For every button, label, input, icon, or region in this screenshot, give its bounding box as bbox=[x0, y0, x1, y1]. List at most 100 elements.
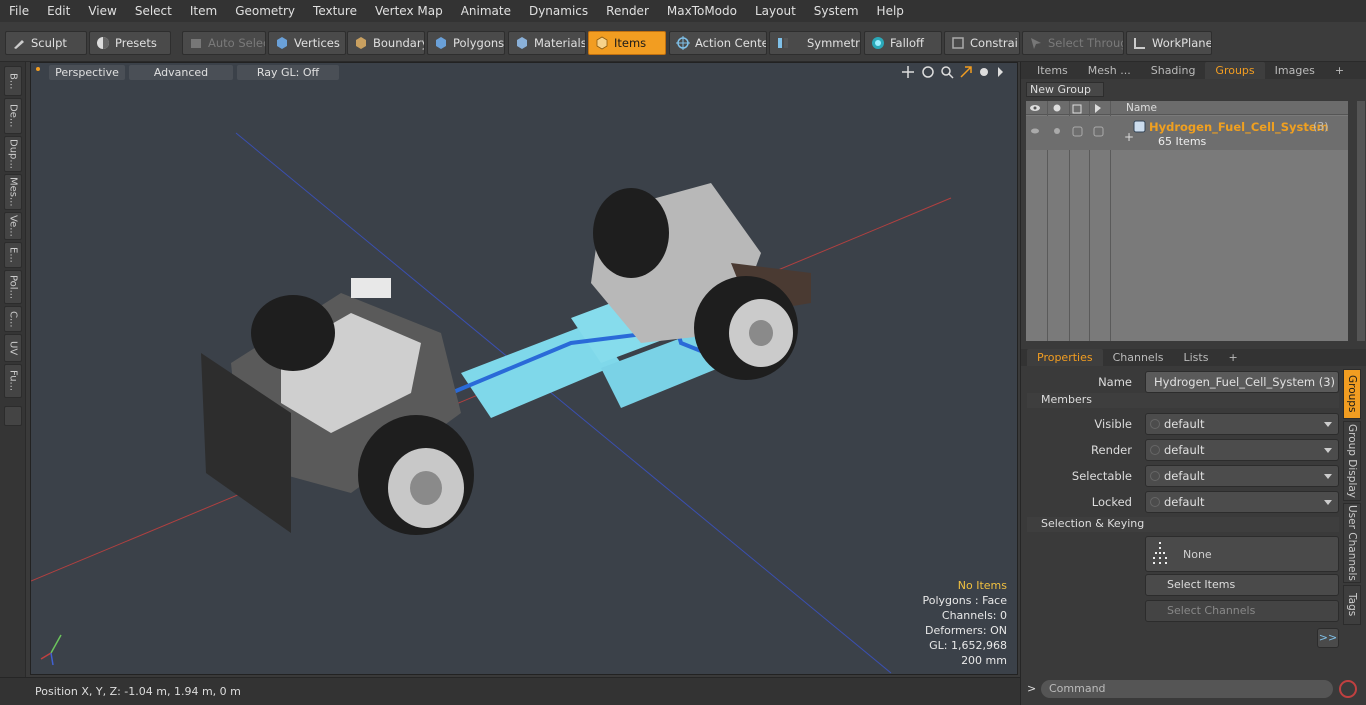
command-input[interactable]: Command bbox=[1041, 680, 1333, 698]
auto-select-button[interactable]: Auto Select bbox=[182, 31, 266, 55]
select-items-button[interactable]: Select Items bbox=[1145, 574, 1339, 596]
menu-help[interactable]: Help bbox=[868, 0, 913, 22]
menu-maxtomodo[interactable]: MaxToModo bbox=[658, 0, 746, 22]
symmetry-button[interactable]: Symmetry bbox=[769, 31, 861, 55]
falloff-button[interactable]: Falloff bbox=[864, 31, 942, 55]
menu-system[interactable]: System bbox=[805, 0, 868, 22]
group-row[interactable]: + Hydrogen_Fuel_Cell_System (3) 65 Items bbox=[1026, 116, 1348, 150]
menu-geometry[interactable]: Geometry bbox=[226, 0, 304, 22]
tab-shading[interactable]: Shading bbox=[1141, 62, 1206, 79]
add-prop-tab-icon[interactable]: + bbox=[1218, 349, 1247, 366]
menu-render[interactable]: Render bbox=[597, 0, 658, 22]
tab-mesh[interactable]: Mesh ... bbox=[1078, 62, 1141, 79]
menu-texture[interactable]: Texture bbox=[304, 0, 366, 22]
name-row: Name Hydrogen_Fuel_Cell_System (3) bbox=[1021, 371, 1339, 393]
members-section[interactable]: Members bbox=[1027, 393, 1339, 408]
groups-scrollbar[interactable] bbox=[1357, 101, 1365, 341]
left-tab-extra[interactable] bbox=[4, 406, 22, 426]
eye-column-icon[interactable] bbox=[1030, 105, 1040, 111]
left-tab-fusion[interactable]: Fu... bbox=[4, 364, 22, 398]
visible-row: Visible default bbox=[1021, 413, 1339, 435]
left-tab-uv[interactable]: UV bbox=[4, 334, 22, 362]
menu-bar: File Edit View Select Item Geometry Text… bbox=[0, 0, 1366, 22]
workplane-button[interactable]: WorkPlane bbox=[1126, 31, 1212, 55]
group-item-count: 65 Items bbox=[1158, 135, 1207, 148]
group-icon bbox=[1133, 120, 1146, 133]
polygons-button[interactable]: Polygons bbox=[427, 31, 505, 55]
zoom-view-icon[interactable] bbox=[941, 66, 954, 79]
left-tab-deform[interactable]: De... bbox=[4, 98, 22, 134]
menu-layout[interactable]: Layout bbox=[746, 0, 805, 22]
left-tab-duplicate[interactable]: Dup... bbox=[4, 136, 22, 172]
side-tab-tags[interactable]: Tags bbox=[1343, 585, 1361, 625]
3d-viewport[interactable]: Perspective Advanced Ray GL: Off No Item… bbox=[30, 62, 1018, 675]
boundary-button[interactable]: Boundary bbox=[347, 31, 425, 55]
side-tab-user-channels[interactable]: User Channels bbox=[1343, 503, 1361, 583]
add-tab-icon[interactable]: + bbox=[1325, 62, 1354, 79]
left-tab-vertex[interactable]: Ve... bbox=[4, 212, 22, 240]
menu-select[interactable]: Select bbox=[126, 0, 181, 22]
menu-item[interactable]: Item bbox=[181, 0, 226, 22]
render-toggle-icon[interactable] bbox=[1054, 128, 1060, 134]
lock-column-icon[interactable] bbox=[1072, 104, 1082, 114]
select-column-icon[interactable] bbox=[1095, 104, 1101, 113]
tab-images[interactable]: Images bbox=[1265, 62, 1325, 79]
menu-vertex-map[interactable]: Vertex Map bbox=[366, 0, 452, 22]
visibility-toggle-icon[interactable] bbox=[1031, 128, 1039, 134]
menu-animate[interactable]: Animate bbox=[452, 0, 520, 22]
left-tab-polygon[interactable]: Pol... bbox=[4, 270, 22, 304]
left-tab-basic[interactable]: B... bbox=[4, 66, 22, 96]
render-column-icon[interactable] bbox=[1053, 104, 1061, 112]
presets-button[interactable]: Presets bbox=[89, 31, 171, 55]
tab-lists[interactable]: Lists bbox=[1174, 349, 1219, 366]
new-group-button[interactable]: New Group bbox=[1026, 82, 1104, 97]
tab-groups[interactable]: Groups bbox=[1205, 62, 1265, 79]
workplane-icon bbox=[1134, 38, 1145, 49]
left-tab-edge[interactable]: E... bbox=[4, 242, 22, 268]
shading-dropdown[interactable]: Advanced bbox=[129, 65, 233, 80]
tab-channels[interactable]: Channels bbox=[1103, 349, 1174, 366]
action-center-button[interactable]: Action Center bbox=[669, 31, 767, 55]
viewport-more-arrow-icon[interactable] bbox=[998, 67, 1003, 77]
tab-properties[interactable]: Properties bbox=[1027, 349, 1103, 366]
menu-view[interactable]: View bbox=[79, 0, 125, 22]
sculpt-button[interactable]: Sculpt bbox=[5, 31, 87, 55]
selection-keying-section[interactable]: Selection & Keying bbox=[1027, 517, 1339, 532]
name-column-header: Name bbox=[1126, 102, 1157, 114]
menu-file[interactable]: File bbox=[0, 0, 38, 22]
lock-toggle-icon[interactable] bbox=[1072, 126, 1083, 137]
record-icon[interactable] bbox=[1339, 680, 1357, 698]
groups-list: Name + Hydrogen_Fuel_Cell_System (3) 65 … bbox=[1026, 101, 1348, 341]
constraints-button[interactable]: Constrai... bbox=[944, 31, 1020, 55]
render-dropdown[interactable]: default bbox=[1145, 439, 1339, 461]
select-channels-button[interactable]: Select Channels bbox=[1145, 600, 1339, 622]
none-button[interactable]: None bbox=[1145, 536, 1339, 572]
name-field[interactable]: Hydrogen_Fuel_Cell_System (3) bbox=[1145, 371, 1339, 393]
item-cube-icon bbox=[596, 36, 608, 50]
select-toggle-icon[interactable] bbox=[1093, 126, 1104, 137]
raygl-toggle[interactable]: Ray GL: Off bbox=[237, 65, 339, 80]
fit-view-icon[interactable] bbox=[960, 66, 972, 78]
tab-items[interactable]: Items bbox=[1027, 62, 1078, 79]
left-tab-mesh[interactable]: Mes... bbox=[4, 174, 22, 210]
presets-icon bbox=[97, 37, 109, 49]
materials-button[interactable]: Materials bbox=[508, 31, 586, 55]
selectable-dropdown[interactable]: default bbox=[1145, 465, 1339, 487]
more-button[interactable]: >> bbox=[1317, 628, 1339, 648]
visible-dropdown[interactable]: default bbox=[1145, 413, 1339, 435]
menu-dynamics[interactable]: Dynamics bbox=[520, 0, 597, 22]
items-button[interactable]: Items bbox=[588, 31, 666, 55]
side-tab-groups[interactable]: Groups bbox=[1343, 369, 1361, 419]
cube-icon bbox=[191, 39, 201, 48]
left-tab-curve[interactable]: C... bbox=[4, 306, 22, 332]
keying-dots-icon bbox=[1153, 542, 1167, 564]
locked-dropdown[interactable]: default bbox=[1145, 491, 1339, 513]
menu-edit[interactable]: Edit bbox=[38, 0, 79, 22]
side-tab-group-display[interactable]: Group Display bbox=[1343, 421, 1361, 501]
vertices-button[interactable]: Vertices 1 bbox=[268, 31, 346, 55]
select-through-button[interactable]: Select Through bbox=[1022, 31, 1124, 55]
rotate-view-icon[interactable] bbox=[922, 66, 934, 78]
perspective-dropdown[interactable]: Perspective bbox=[49, 65, 125, 80]
move-view-icon[interactable] bbox=[902, 66, 914, 78]
viewport-settings-gear-icon[interactable] bbox=[980, 68, 988, 76]
